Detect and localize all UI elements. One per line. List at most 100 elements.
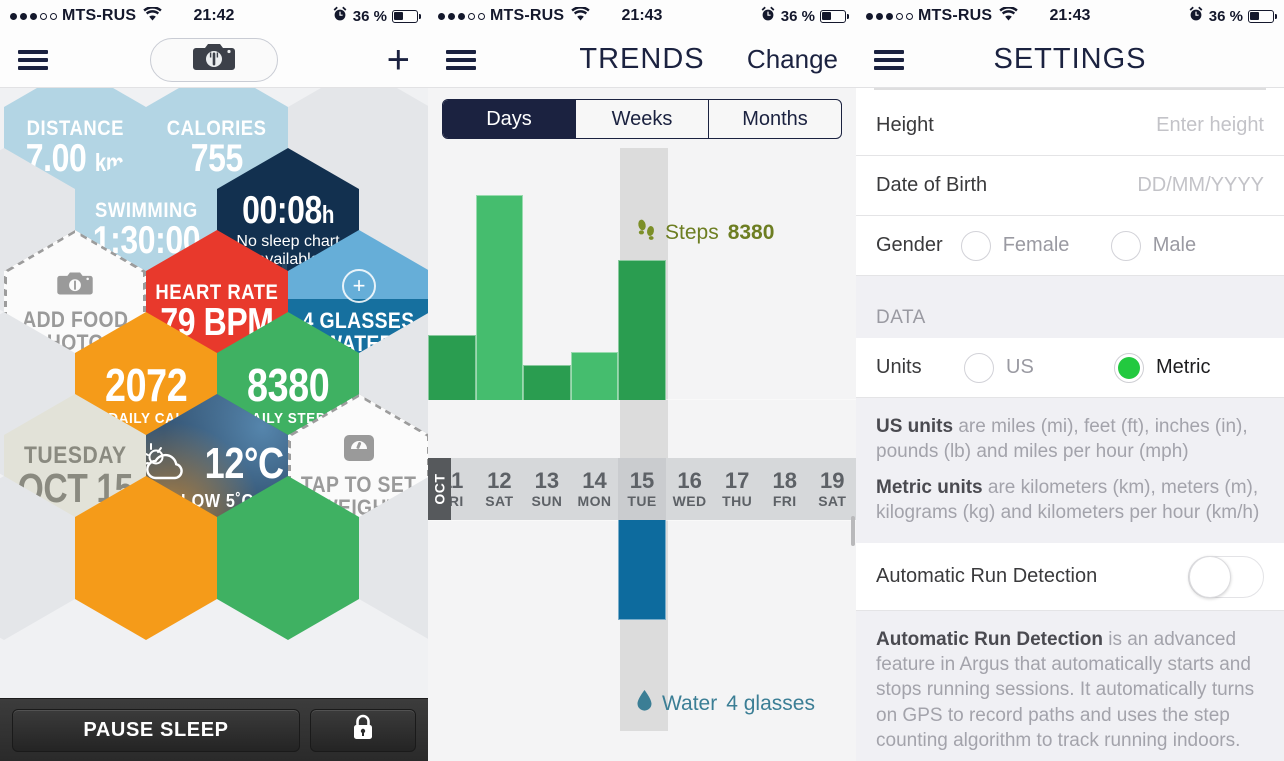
- panel-trends: MTS-RUS 21:43 36 % TRENDS Change Days We…: [428, 0, 856, 761]
- bar-steps-12[interactable]: [475, 195, 524, 400]
- add-button[interactable]: +: [387, 40, 410, 80]
- bar-water-19[interactable]: [808, 520, 856, 521]
- radio-selected-icon[interactable]: [1114, 352, 1144, 383]
- axis-col-15[interactable]: 15 TUE: [618, 458, 666, 520]
- bar-steps-19[interactable]: [808, 399, 856, 400]
- pause-sleep-button[interactable]: PAUSE SLEEP: [12, 708, 300, 752]
- hex-heart-rate-title: HEART RATE: [155, 281, 279, 304]
- bar-water-15[interactable]: [618, 520, 666, 620]
- radio-us[interactable]: US: [964, 352, 1114, 383]
- bar-steps-15[interactable]: [618, 260, 666, 400]
- note-us-units: US units are miles (mi), feet (ft), inch…: [876, 416, 1248, 463]
- carrier-label: MTS-RUS: [490, 7, 565, 24]
- hex-swimming-title: SWIMMING: [94, 199, 198, 222]
- hex-water-line1: 4 GLASSES: [303, 307, 415, 333]
- bar-water-16[interactable]: [665, 520, 714, 521]
- toggle-knob[interactable]: [1189, 555, 1231, 598]
- bar-steps-18[interactable]: [760, 399, 809, 400]
- radio-circle-icon[interactable]: [1110, 230, 1141, 261]
- wifi-icon: [999, 6, 1018, 26]
- water-legend-label: Water: [662, 691, 718, 715]
- run-detection-note: Automatic Run Detection is an advanced f…: [856, 611, 1284, 761]
- axis-col-16[interactable]: 16 WED: [666, 458, 714, 520]
- run-detection-toggle[interactable]: [1188, 555, 1264, 598]
- bar-steps-14[interactable]: [570, 352, 619, 400]
- carrier-label: MTS-RUS: [62, 7, 137, 24]
- settings-row-gender: Gender Female Male: [856, 216, 1284, 276]
- radio-circle-icon[interactable]: [960, 230, 991, 261]
- status-bar-panel1: MTS-RUS 21:42 36 %: [0, 0, 428, 32]
- hex-calories-title: CALORIES: [167, 117, 267, 140]
- hex-daily-cal-value: 2072: [104, 358, 188, 411]
- lock-button[interactable]: [310, 708, 416, 752]
- axis-col-13[interactable]: 13 SUN: [523, 458, 571, 520]
- panel-settings: MTS-RUS 21:43 36 % SETTINGS Height Enter…: [856, 0, 1284, 761]
- plus-circle-icon[interactable]: +: [342, 268, 376, 303]
- settings-row-dob[interactable]: Date of Birth DD/MM/YYYY: [856, 156, 1284, 216]
- radio-male[interactable]: Male: [1110, 230, 1261, 261]
- bar-water-12[interactable]: [475, 520, 524, 521]
- bar-steps-13[interactable]: [523, 365, 571, 400]
- lock-icon: [352, 714, 374, 747]
- hex-distance-title: DISTANCE: [26, 117, 124, 140]
- food-photo-button[interactable]: [150, 37, 278, 82]
- battery-icon: [392, 9, 421, 23]
- settings-row-units: Units US Metric: [856, 338, 1284, 398]
- bar-water-17[interactable]: [713, 520, 761, 521]
- carrier-label: MTS-RUS: [918, 7, 993, 24]
- hamburger-menu-icon[interactable]: [446, 46, 476, 74]
- bar-water-13[interactable]: [523, 520, 571, 521]
- radio-female[interactable]: Female: [960, 230, 1111, 261]
- navbar-panel2: TRENDS Change: [428, 32, 856, 88]
- water-legend: Water 4 glasses: [636, 689, 815, 718]
- axis-col-17[interactable]: 17 THU: [713, 458, 761, 520]
- hamburger-menu-icon[interactable]: [18, 46, 48, 74]
- vertical-scrollbar[interactable]: [851, 516, 855, 546]
- bar-steps-16[interactable]: [665, 399, 714, 400]
- food-camera-icon: [192, 41, 236, 78]
- trends-chart: Steps 8380 11 FRI 12 SAT 13 SUN 14 MON 1…: [428, 148, 856, 731]
- wifi-icon: [143, 6, 162, 26]
- axis-col-14[interactable]: 14 MON: [571, 458, 619, 520]
- settings-row-height[interactable]: Height Enter height: [856, 96, 1284, 156]
- radio-circle-icon[interactable]: [964, 352, 994, 383]
- bar-water-11[interactable]: [428, 520, 476, 521]
- radio-metric[interactable]: Metric: [1114, 352, 1264, 383]
- axis-col-12[interactable]: 12 SAT: [476, 458, 524, 520]
- bar-steps-11[interactable]: [428, 335, 476, 400]
- run-detection-label: Automatic Run Detection: [876, 565, 1098, 588]
- hex-sleep-value: 00:08h: [242, 189, 334, 233]
- hex-add-food-line1: ADD FOOD: [21, 306, 129, 332]
- alarm-clock-icon: [760, 6, 776, 26]
- bar-water-14[interactable]: [570, 520, 619, 521]
- water-drop-icon: [636, 689, 653, 718]
- bar-steps-17[interactable]: [713, 399, 761, 400]
- signal-strength-icon: [10, 12, 57, 20]
- panel-dashboard: MTS-RUS 21:42 36 % + DISTANCE 7.00 km CA…: [0, 0, 428, 761]
- page-title: SETTINGS: [993, 43, 1147, 75]
- alarm-clock-icon: [1188, 6, 1204, 26]
- height-input[interactable]: Enter height: [1156, 114, 1264, 137]
- axis-col-19[interactable]: 19 SAT: [809, 458, 857, 520]
- list-divider: [874, 88, 1266, 90]
- hex-dashboard-grid: DISTANCE 7.00 km CALORIES 755 SWIMMING 1…: [0, 88, 428, 698]
- date-axis: 11 FRI 12 SAT 13 SUN 14 MON 15 TUE 16 WE…: [428, 458, 856, 520]
- month-tab: OCT: [428, 458, 451, 520]
- status-right: 36 %: [332, 6, 421, 26]
- food-camera-icon: [56, 270, 94, 302]
- alarm-clock-icon: [332, 6, 348, 26]
- trends-body: Days Weeks Months Steps 8380 11 FRI 12 S…: [428, 88, 856, 761]
- navbar-panel1: +: [0, 32, 428, 88]
- change-button[interactable]: Change: [747, 44, 838, 75]
- radio-male-label: Male: [1152, 234, 1197, 256]
- axis-col-18[interactable]: 18 FRI: [761, 458, 809, 520]
- bar-water-18[interactable]: [760, 520, 809, 521]
- radio-metric-label: Metric: [1156, 356, 1211, 378]
- hex-daily-steps-value: 8380: [246, 358, 330, 411]
- radio-us-label: US: [1006, 356, 1034, 378]
- wifi-icon: [571, 6, 590, 26]
- battery-percent-label: 36 %: [352, 7, 387, 25]
- dob-input[interactable]: DD/MM/YYYY: [1137, 174, 1264, 197]
- hamburger-menu-icon[interactable]: [874, 46, 904, 74]
- list-top-spacer: [856, 88, 1284, 96]
